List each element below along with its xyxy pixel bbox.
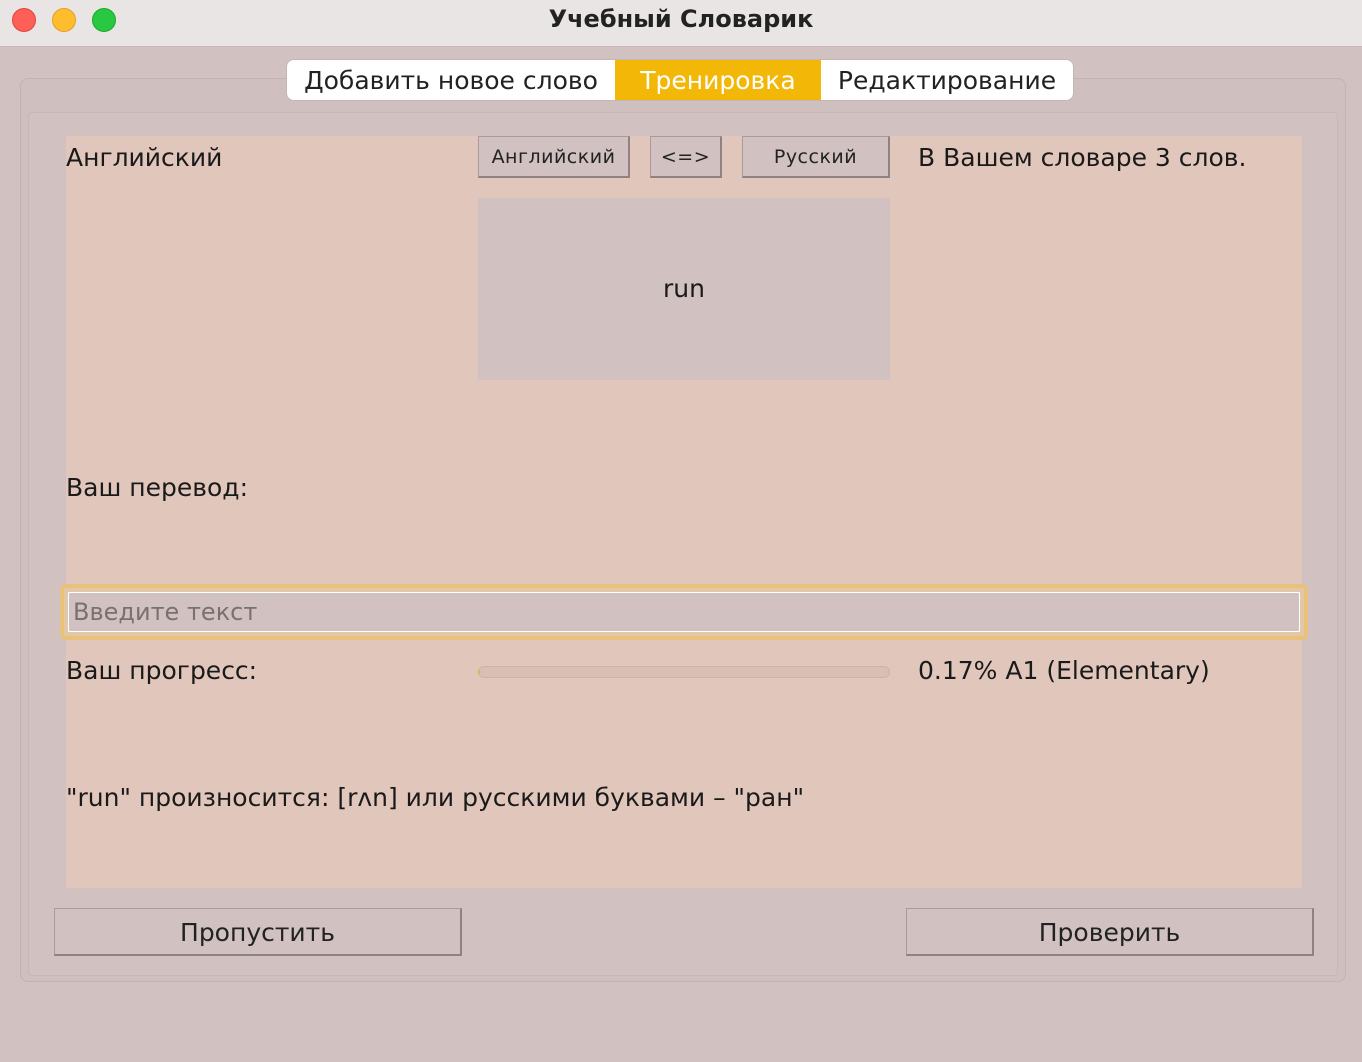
- pronunciation-text: "run" произносится: [rʌn] или русскими б…: [66, 783, 805, 812]
- check-button[interactable]: Проверить: [906, 908, 1314, 956]
- progress-bar: [478, 666, 890, 678]
- tab-editing[interactable]: Редактирование: [821, 60, 1073, 100]
- progress-label: Ваш прогресс:: [66, 656, 258, 685]
- direction-label: Английский: [66, 143, 223, 172]
- swap-languages-button[interactable]: <=>: [650, 136, 722, 178]
- tab-training[interactable]: Тренировка: [615, 60, 821, 100]
- dictionary-count: В Вашем словаре 3 слов.: [918, 143, 1247, 172]
- tab-add-word[interactable]: Добавить новое слово: [287, 60, 615, 100]
- progress-text: 0.17% A1 (Elementary): [918, 656, 1210, 685]
- current-word-card: run: [478, 198, 890, 380]
- progress-bar-fill: [479, 667, 480, 677]
- translation-input-focus-ring: [60, 584, 1308, 640]
- translation-input[interactable]: [68, 592, 1300, 632]
- english-button[interactable]: Английский: [478, 136, 630, 178]
- title-bar: Учебный Словарик: [0, 0, 1362, 47]
- russian-button[interactable]: Русский: [742, 136, 890, 178]
- skip-button[interactable]: Пропустить: [54, 908, 462, 956]
- window-title: Учебный Словарик: [548, 5, 814, 33]
- translation-label: Ваш перевод:: [66, 473, 249, 502]
- tab-bar: Добавить новое слово Тренировка Редактир…: [286, 59, 1074, 101]
